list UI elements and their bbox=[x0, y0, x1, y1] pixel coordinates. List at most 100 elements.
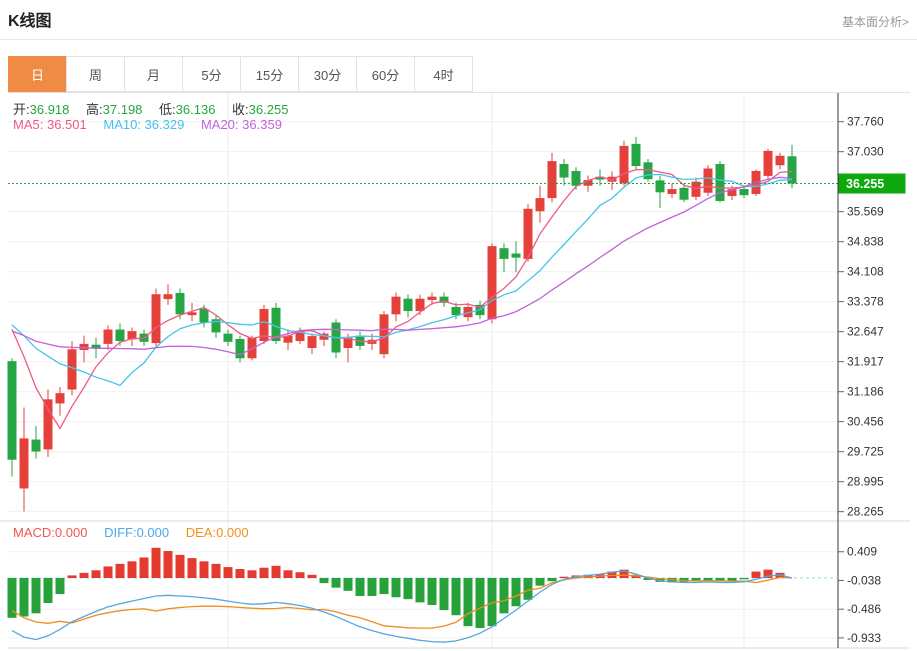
price-axis-label: 37.030 bbox=[847, 145, 884, 159]
kline-chart-canvas[interactable]: 37.76037.03035.56934.83834.10833.37832.6… bbox=[0, 0, 917, 651]
candle-body bbox=[488, 246, 497, 319]
macd-bar bbox=[308, 575, 317, 578]
macd-bar bbox=[416, 578, 425, 602]
candle-body bbox=[548, 161, 557, 198]
macd-bar bbox=[500, 578, 509, 613]
candle-body bbox=[656, 180, 665, 192]
macd-label: MACD: bbox=[13, 525, 55, 540]
macd-bar bbox=[56, 578, 65, 594]
price-axis-label: 31.186 bbox=[847, 385, 884, 399]
candle-body bbox=[776, 156, 785, 165]
macd-bar bbox=[428, 578, 437, 605]
candle-body bbox=[392, 297, 401, 315]
ma10-value: 36.329 bbox=[145, 117, 185, 132]
price-axis-label: 28.265 bbox=[847, 505, 884, 519]
candle-body bbox=[176, 293, 185, 314]
ma10-line bbox=[12, 174, 792, 385]
candle-body bbox=[716, 164, 725, 201]
candle-body bbox=[704, 169, 713, 193]
diff-label: DIFF: bbox=[104, 525, 137, 540]
macd-bar bbox=[728, 578, 737, 581]
macd-bar bbox=[524, 578, 533, 600]
macd-bar bbox=[368, 578, 377, 596]
open-label: 开: bbox=[13, 102, 30, 117]
macd-bar bbox=[92, 570, 101, 578]
candle-body bbox=[740, 189, 749, 195]
macd-bar bbox=[440, 578, 449, 610]
candle-body bbox=[560, 164, 569, 178]
candle-body bbox=[452, 307, 461, 315]
candle-body bbox=[764, 151, 773, 176]
dea-value: 0.000 bbox=[216, 525, 249, 540]
ma20-label: MA20: bbox=[201, 117, 239, 132]
candle-body bbox=[44, 399, 53, 449]
macd-bar bbox=[236, 569, 245, 578]
price-axis-label: 35.569 bbox=[847, 205, 884, 219]
candle-body bbox=[404, 299, 413, 311]
price-axis-label: 32.647 bbox=[847, 325, 884, 339]
candle-body bbox=[632, 144, 641, 166]
candle-body bbox=[680, 188, 689, 200]
candle-body bbox=[668, 189, 677, 194]
price-axis-label: 34.838 bbox=[847, 235, 884, 249]
candle-body bbox=[200, 309, 209, 323]
dea-label: DEA: bbox=[186, 525, 216, 540]
macd-bar bbox=[176, 555, 185, 578]
candle-body bbox=[500, 248, 509, 259]
close-value: 36.255 bbox=[249, 102, 289, 117]
macd-axis-label: -0.486 bbox=[847, 602, 881, 616]
ma5-value: 36.501 bbox=[47, 117, 87, 132]
candle-body bbox=[32, 440, 41, 452]
candle-body bbox=[308, 336, 317, 348]
macd-bar bbox=[212, 564, 221, 578]
macd-bar bbox=[188, 558, 197, 578]
macd-bar bbox=[740, 578, 749, 579]
macd-bar bbox=[248, 570, 257, 578]
macd-bar bbox=[476, 578, 485, 628]
macd-legend: MACD:0.000 DIFF:0.000 DEA:0.000 bbox=[13, 525, 249, 540]
price-axis-label: 31.917 bbox=[847, 355, 884, 369]
macd-bar bbox=[344, 578, 353, 591]
macd-bar bbox=[44, 578, 53, 603]
candle-body bbox=[104, 330, 113, 344]
candle-body bbox=[56, 393, 65, 403]
candle-body bbox=[380, 314, 389, 354]
ma5-line bbox=[12, 170, 792, 429]
candle-body bbox=[428, 297, 437, 300]
current-price-tag-label: 36.255 bbox=[846, 177, 884, 191]
ohlc-legend: 开:36.918 高:37.198 低:36.136 收:36.255 bbox=[13, 99, 288, 118]
candle-body bbox=[512, 254, 521, 258]
macd-bar bbox=[104, 566, 113, 578]
low-label: 低: bbox=[159, 102, 176, 117]
macd-bar bbox=[68, 575, 77, 578]
macd-bar bbox=[392, 578, 401, 597]
ma20-value: 36.359 bbox=[242, 117, 282, 132]
macd-bar bbox=[140, 557, 149, 578]
candle-body bbox=[80, 344, 89, 350]
candle-body bbox=[536, 198, 545, 211]
candle-body bbox=[20, 438, 29, 488]
price-axis-label: 29.725 bbox=[847, 445, 884, 459]
macd-bar bbox=[296, 572, 305, 578]
macd-bar bbox=[224, 567, 233, 578]
candle-body bbox=[116, 330, 125, 341]
candle-body bbox=[92, 345, 101, 348]
macd-bar bbox=[32, 578, 41, 613]
diff-line bbox=[12, 571, 792, 642]
macd-value: 0.000 bbox=[55, 525, 88, 540]
macd-bar bbox=[200, 561, 209, 578]
price-axis-label: 37.760 bbox=[847, 115, 884, 129]
macd-bar bbox=[356, 578, 365, 596]
macd-bar bbox=[20, 578, 29, 617]
macd-bar bbox=[164, 551, 173, 578]
macd-bar bbox=[560, 577, 569, 578]
price-axis-label: 34.108 bbox=[847, 265, 884, 279]
open-value: 36.918 bbox=[30, 102, 70, 117]
macd-bar bbox=[404, 578, 413, 599]
diff-value: 0.000 bbox=[137, 525, 170, 540]
high-value: 37.198 bbox=[103, 102, 143, 117]
ma20-line bbox=[12, 177, 792, 354]
ma5-label: MA5: bbox=[13, 117, 43, 132]
close-label: 收: bbox=[232, 102, 249, 117]
macd-bar bbox=[260, 568, 269, 578]
